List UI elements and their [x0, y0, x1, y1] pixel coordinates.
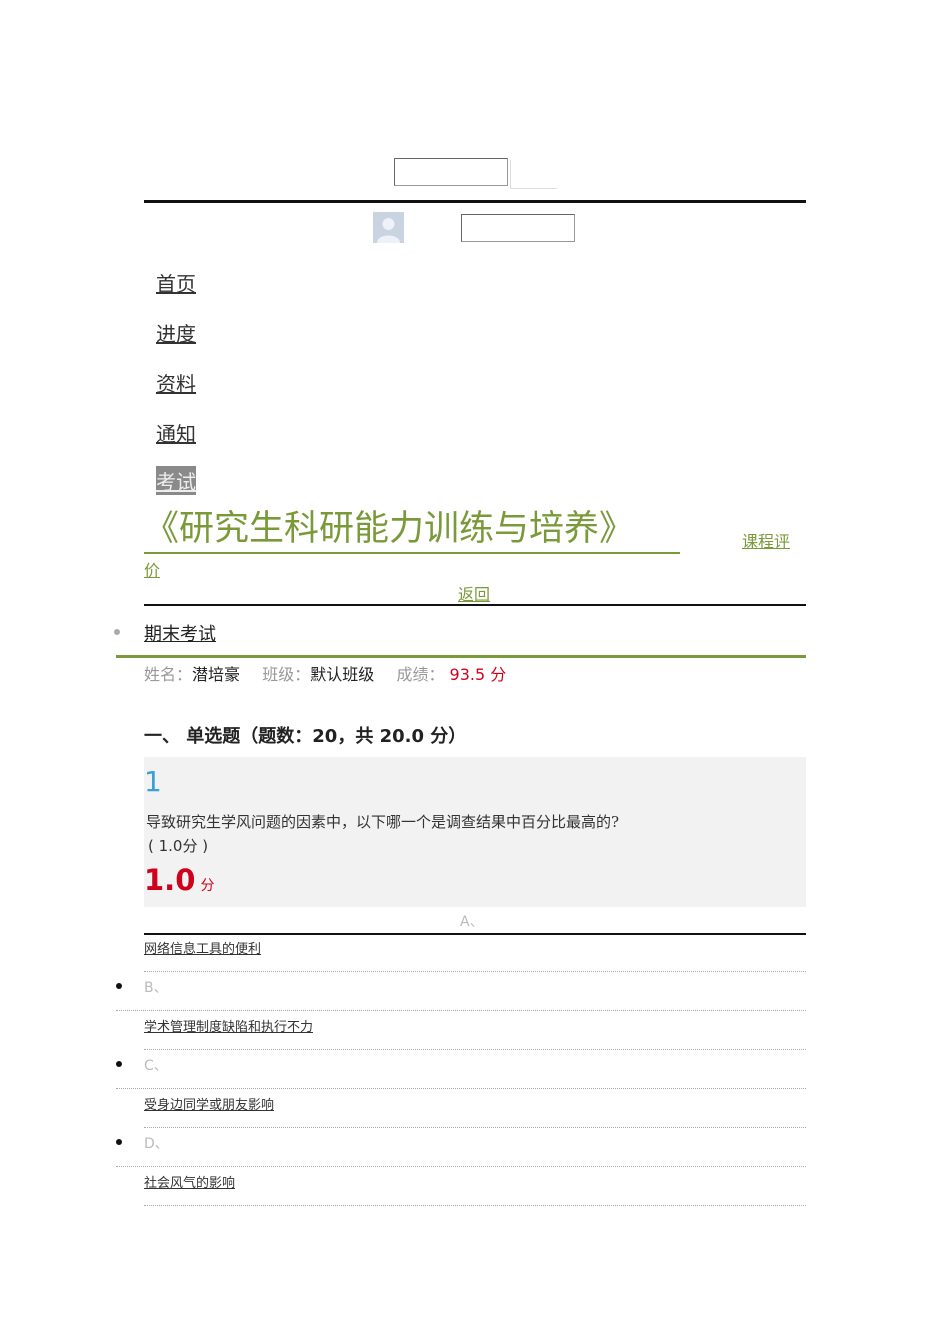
option-divider	[144, 1205, 806, 1206]
options-divider	[144, 933, 806, 935]
name-label: 姓名：	[144, 665, 193, 684]
option-b-letter: B、	[144, 980, 168, 996]
option-divider	[144, 1049, 806, 1050]
nav-materials[interactable]: 资料	[156, 368, 196, 397]
option-c-bullet	[116, 1061, 122, 1067]
search-input[interactable]	[394, 158, 508, 186]
user-icon	[377, 218, 400, 243]
name-value: 潜培豪	[192, 665, 241, 684]
earned-score: 1.0 分	[144, 863, 214, 897]
avatar[interactable]	[373, 212, 404, 243]
question-points: ( 1.0分 )	[148, 837, 209, 855]
score-value: 93.5 分	[449, 665, 507, 684]
back-link[interactable]: 返回	[458, 581, 490, 605]
back-divider	[144, 604, 806, 606]
question-number: 1	[144, 765, 162, 798]
option-b-bullet	[116, 983, 122, 989]
nav-notices[interactable]: 通知	[156, 418, 196, 447]
search-button[interactable]	[510, 160, 557, 189]
option-c-letter: C、	[144, 1058, 168, 1074]
earned-score-value: 1.0	[144, 863, 196, 897]
bullet-dot	[114, 629, 120, 635]
nav-home[interactable]: 首页	[156, 268, 196, 297]
option-d-text[interactable]: 社会风气的影响	[144, 1172, 235, 1191]
exam-title[interactable]: 期末考试	[144, 620, 216, 646]
earned-score-unit: 分	[200, 878, 215, 894]
question-text: 导致研究生学风问题的因素中，以下哪一个是调查结果中百分比最高的?	[146, 813, 620, 831]
option-d-letter: D、	[144, 1136, 169, 1152]
exam-divider	[116, 655, 806, 658]
exam-info-row: 姓名：潜培豪 班级：默认班级 成绩： 93.5 分	[144, 661, 506, 685]
option-c-text[interactable]: 受身边同学或朋友影响	[144, 1094, 274, 1113]
option-divider	[116, 1088, 806, 1089]
header-divider	[144, 200, 806, 203]
course-rating-link-wrap[interactable]: 价	[144, 557, 160, 581]
option-divider	[144, 971, 806, 972]
class-label: 班级：	[262, 665, 311, 684]
option-a-text[interactable]: 网络信息工具的便利	[144, 938, 261, 957]
user-field[interactable]	[461, 214, 575, 242]
option-a-letter: A、	[460, 914, 484, 930]
course-title: 《研究生科研能力训练与培养》	[144, 506, 680, 554]
question-panel: 1 导致研究生学风问题的因素中，以下哪一个是调查结果中百分比最高的? ( 1.0…	[144, 757, 806, 907]
nav-progress[interactable]: 进度	[156, 318, 196, 347]
score-label: 成绩：	[396, 665, 445, 684]
section-heading: 一、 单选题（题数：20，共 20.0 分）	[144, 726, 467, 747]
option-divider	[144, 1127, 806, 1128]
nav-exam[interactable]: 考试	[156, 466, 196, 495]
option-divider	[116, 1166, 806, 1167]
option-d-bullet	[116, 1139, 122, 1145]
option-divider	[116, 1010, 806, 1011]
option-b-text[interactable]: 学术管理制度缺陷和执行不力	[144, 1016, 313, 1035]
course-rating-link[interactable]: 课程评	[742, 528, 790, 552]
class-value: 默认班级	[310, 665, 375, 684]
